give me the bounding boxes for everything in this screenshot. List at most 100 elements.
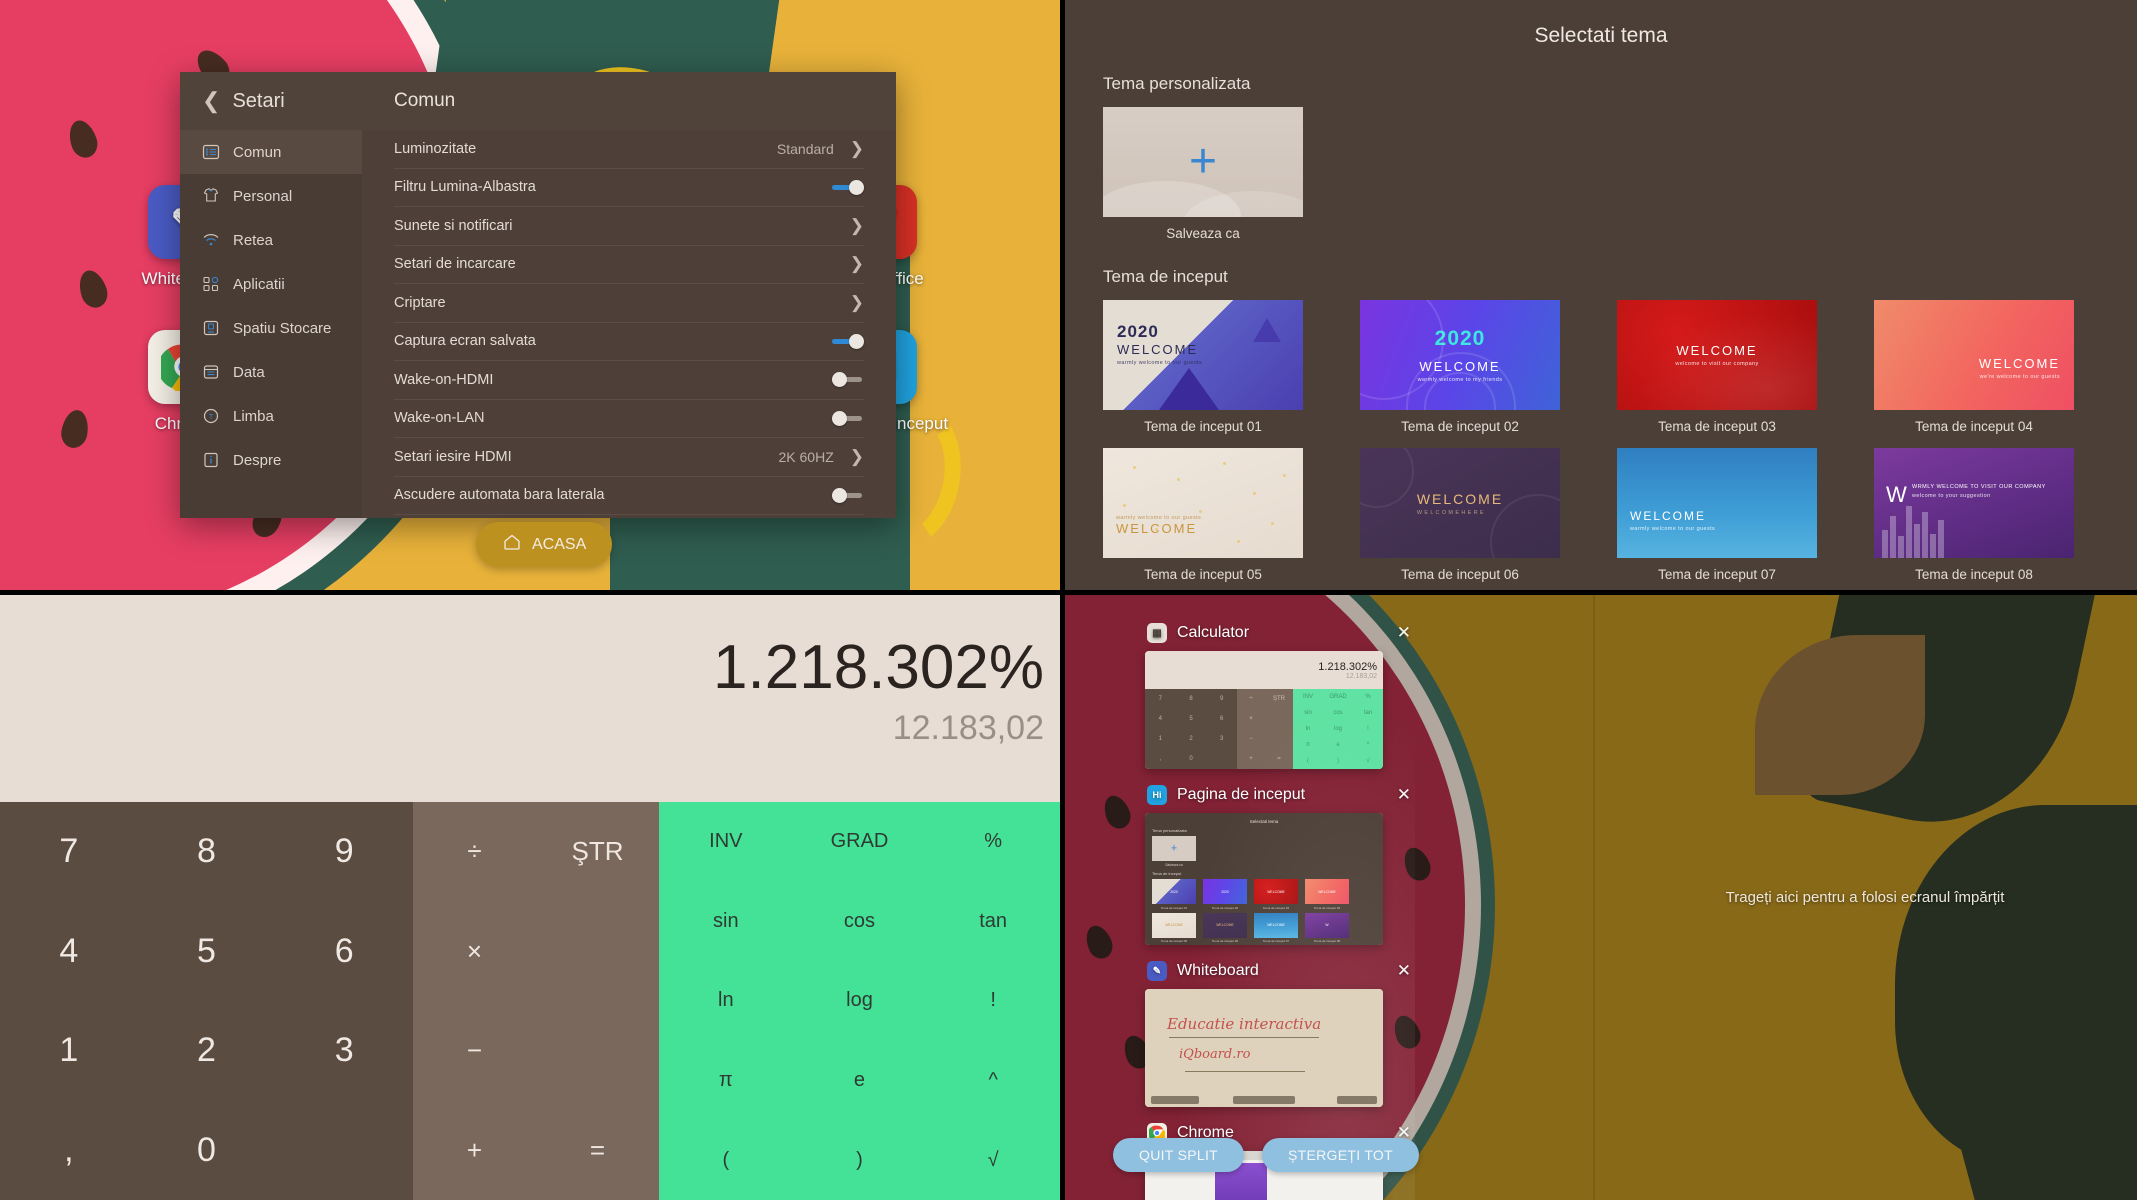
theme-tagline: W E L C O M E H E R E (1416, 509, 1485, 516)
key-e[interactable]: e (793, 1041, 927, 1121)
theme-card-06[interactable]: WELCOME W E L C O M E H E R E Tema de in… (1360, 448, 1560, 582)
toggle-switch[interactable] (832, 372, 864, 388)
settings-row-wake-on-hdmi[interactable]: Wake-on-HDMI (394, 361, 864, 400)
sidebar-item-despre[interactable]: Despre (180, 438, 362, 482)
key-plus[interactable]: + (413, 1101, 536, 1200)
key-power[interactable]: ^ (926, 1041, 1060, 1121)
theme-card-03[interactable]: WELCOME welcome to visit our company Tem… (1617, 300, 1817, 434)
key-3[interactable]: 3 (275, 1001, 413, 1101)
key-6[interactable]: 6 (275, 902, 413, 1002)
key-pi[interactable]: π (659, 1041, 793, 1121)
theme-card-05[interactable]: warmly welcome to our guests WELCOME Tem… (1103, 448, 1303, 582)
sidebar-item-spatiu-stocare[interactable]: Spatiu Stocare (180, 306, 362, 350)
key-5[interactable]: 5 (138, 902, 276, 1002)
key-factorial[interactable]: ! (926, 961, 1060, 1041)
plus-icon[interactable]: + (1189, 138, 1217, 186)
recents-card-homepage[interactable]: Hi Pagina de inceput ✕ Selectati tema Te… (1145, 785, 1415, 945)
key-divide[interactable]: ÷ (413, 802, 536, 902)
quit-split-button[interactable]: QUIT SPLIT (1113, 1138, 1244, 1172)
settings-title-bar[interactable]: ❮ Setari (180, 72, 362, 130)
calculator-app: 1.218.302% 12.183,02 7 8 9 4 5 6 1 2 3 ,… (0, 595, 1060, 1200)
theme-thumbnail[interactable]: W WRMLY WELCOME TO VISIT OUR COMPANY wel… (1874, 448, 2074, 558)
sidebar-item-retea[interactable]: Retea (180, 218, 362, 262)
key-cos[interactable]: cos (793, 882, 927, 962)
settings-section-title: Comun (362, 72, 896, 130)
key-sin[interactable]: sin (659, 882, 793, 962)
theme-tagline: we're welcome to our guests (1979, 374, 2060, 380)
theme-card-04[interactable]: WELCOME we're welcome to our guests Tema… (1874, 300, 2074, 434)
custom-theme-card[interactable]: + Salveaza ca (1103, 107, 1303, 241)
key-8[interactable]: 8 (138, 802, 276, 902)
settings-row-captura-ecran-salvata[interactable]: Captura ecran salvata (394, 323, 864, 361)
theme-card-08[interactable]: W WRMLY WELCOME TO VISIT OUR COMPANY wel… (1874, 448, 2074, 582)
whiteboard-line-2: iQboard.ro (1179, 1047, 1251, 1062)
chevron-left-icon[interactable]: ❮ (202, 90, 220, 112)
sidebar-item-data[interactable]: Data (180, 350, 362, 394)
theme-thumbnail[interactable]: WELCOME welcome to visit our company (1617, 300, 1817, 410)
key-7[interactable]: 7 (0, 802, 138, 902)
theme-thumbnail[interactable]: 2020 WELCOME warmly welcome to my friend… (1360, 300, 1560, 410)
theme-tagline: welcome to visit our company (1675, 361, 1759, 367)
toggle-switch[interactable] (832, 179, 864, 195)
close-icon[interactable]: ✕ (1397, 961, 1411, 981)
clear-all-button[interactable]: ȘTERGEȚI TOT (1261, 1138, 1419, 1172)
theme-card-07[interactable]: WELCOME warmly welcome to our guests Tem… (1617, 448, 1817, 582)
sidebar-item-aplicatii[interactable]: Aplicatii (180, 262, 362, 306)
quadrant-recents: Trageți aici pentru a folosi ecranul împ… (1065, 595, 2137, 1200)
key-sqrt[interactable]: √ (926, 1120, 1060, 1200)
key-0[interactable]: 0 (138, 1101, 276, 1200)
theme-welcome: WELCOME (1978, 356, 2060, 371)
settings-row-setari-de-incarcare[interactable]: Setari de incarcare ❯ (394, 246, 864, 284)
settings-row-luminozitate[interactable]: Luminozitate Standard ❯ (394, 130, 864, 169)
key-9[interactable]: 9 (275, 802, 413, 902)
card-thumbnail[interactable]: Selectati tema Tema personalizata + Salv… (1145, 813, 1383, 945)
theme-card-02[interactable]: 2020 WELCOME warmly welcome to my friend… (1360, 300, 1560, 434)
settings-row-filtru-lumina-albastra[interactable]: Filtru Lumina-Albastra (394, 169, 864, 207)
row-label: Wake-on-HDMI (394, 371, 494, 388)
sidebar-item-comun[interactable]: Comun (180, 130, 362, 174)
key-tan[interactable]: tan (926, 882, 1060, 962)
key-ln[interactable]: ln (659, 961, 793, 1041)
toggle-switch[interactable] (832, 333, 864, 349)
toggle-switch[interactable] (832, 487, 864, 503)
sidebar-item-limba[interactable]: T Limba (180, 394, 362, 438)
settings-row-setari-iesire-hdmi[interactable]: Setari iesire HDMI 2K 60HZ ❯ (394, 438, 864, 477)
key-grad[interactable]: GRAD (793, 802, 927, 882)
key-percent[interactable]: % (926, 802, 1060, 882)
card-thumbnail[interactable]: Educatie interactiva iQboard.ro (1145, 989, 1383, 1107)
key-inv[interactable]: INV (659, 802, 793, 882)
theme-thumbnail[interactable]: 2020 WELCOME warmly welcome to our guest… (1103, 300, 1303, 410)
home-button[interactable]: ACASA (476, 522, 613, 567)
settings-row-wake-on-lan[interactable]: Wake-on-LAN (394, 400, 864, 438)
key-equals[interactable]: = (536, 1101, 659, 1200)
shirt-icon (202, 187, 220, 205)
key-paren-close[interactable]: ) (793, 1120, 927, 1200)
theme-thumbnail[interactable]: WELCOME warmly welcome to our guests (1617, 448, 1817, 558)
key-minus[interactable]: − (413, 1001, 536, 1101)
key-str-delete[interactable]: ŞTR (536, 802, 659, 902)
theme-card-01[interactable]: 2020 WELCOME warmly welcome to our guest… (1103, 300, 1303, 434)
settings-row-sunete-si-notificari[interactable]: Sunete si notificari ❯ (394, 207, 864, 246)
key-1[interactable]: 1 (0, 1001, 138, 1101)
custom-theme-thumbnail[interactable]: + (1103, 107, 1303, 217)
chevron-right-icon: ❯ (849, 254, 864, 274)
row-label: Luminozitate (394, 140, 477, 157)
page-title: Selectati tema (1534, 24, 1668, 47)
svg-text:T: T (209, 414, 214, 421)
theme-thumbnail[interactable]: WELCOME W E L C O M E H E R E (1360, 448, 1560, 558)
key-4[interactable]: 4 (0, 902, 138, 1002)
key-multiply[interactable]: × (413, 902, 536, 1002)
key-log[interactable]: log (793, 961, 927, 1041)
sidebar-item-label: Personal (233, 187, 293, 205)
theme-welcome: WELCOME (1416, 490, 1504, 507)
theme-thumbnail[interactable]: WELCOME we're welcome to our guests (1874, 300, 2074, 410)
settings-row-ascudere-automata-bara-laterala[interactable]: Ascudere automata bara laterala (394, 477, 864, 515)
key-paren-open[interactable]: ( (659, 1120, 793, 1200)
quadrant-calculator: 1.218.302% 12.183,02 7 8 9 4 5 6 1 2 3 ,… (0, 595, 1065, 1200)
sidebar-item-personal[interactable]: Personal (180, 174, 362, 218)
key-2[interactable]: 2 (138, 1001, 276, 1101)
theme-thumbnail[interactable]: warmly welcome to our guests WELCOME (1103, 448, 1303, 558)
toggle-switch[interactable] (832, 410, 864, 426)
key-decimal-comma[interactable]: , (0, 1101, 138, 1200)
settings-row-criptare[interactable]: Criptare ❯ (394, 284, 864, 323)
